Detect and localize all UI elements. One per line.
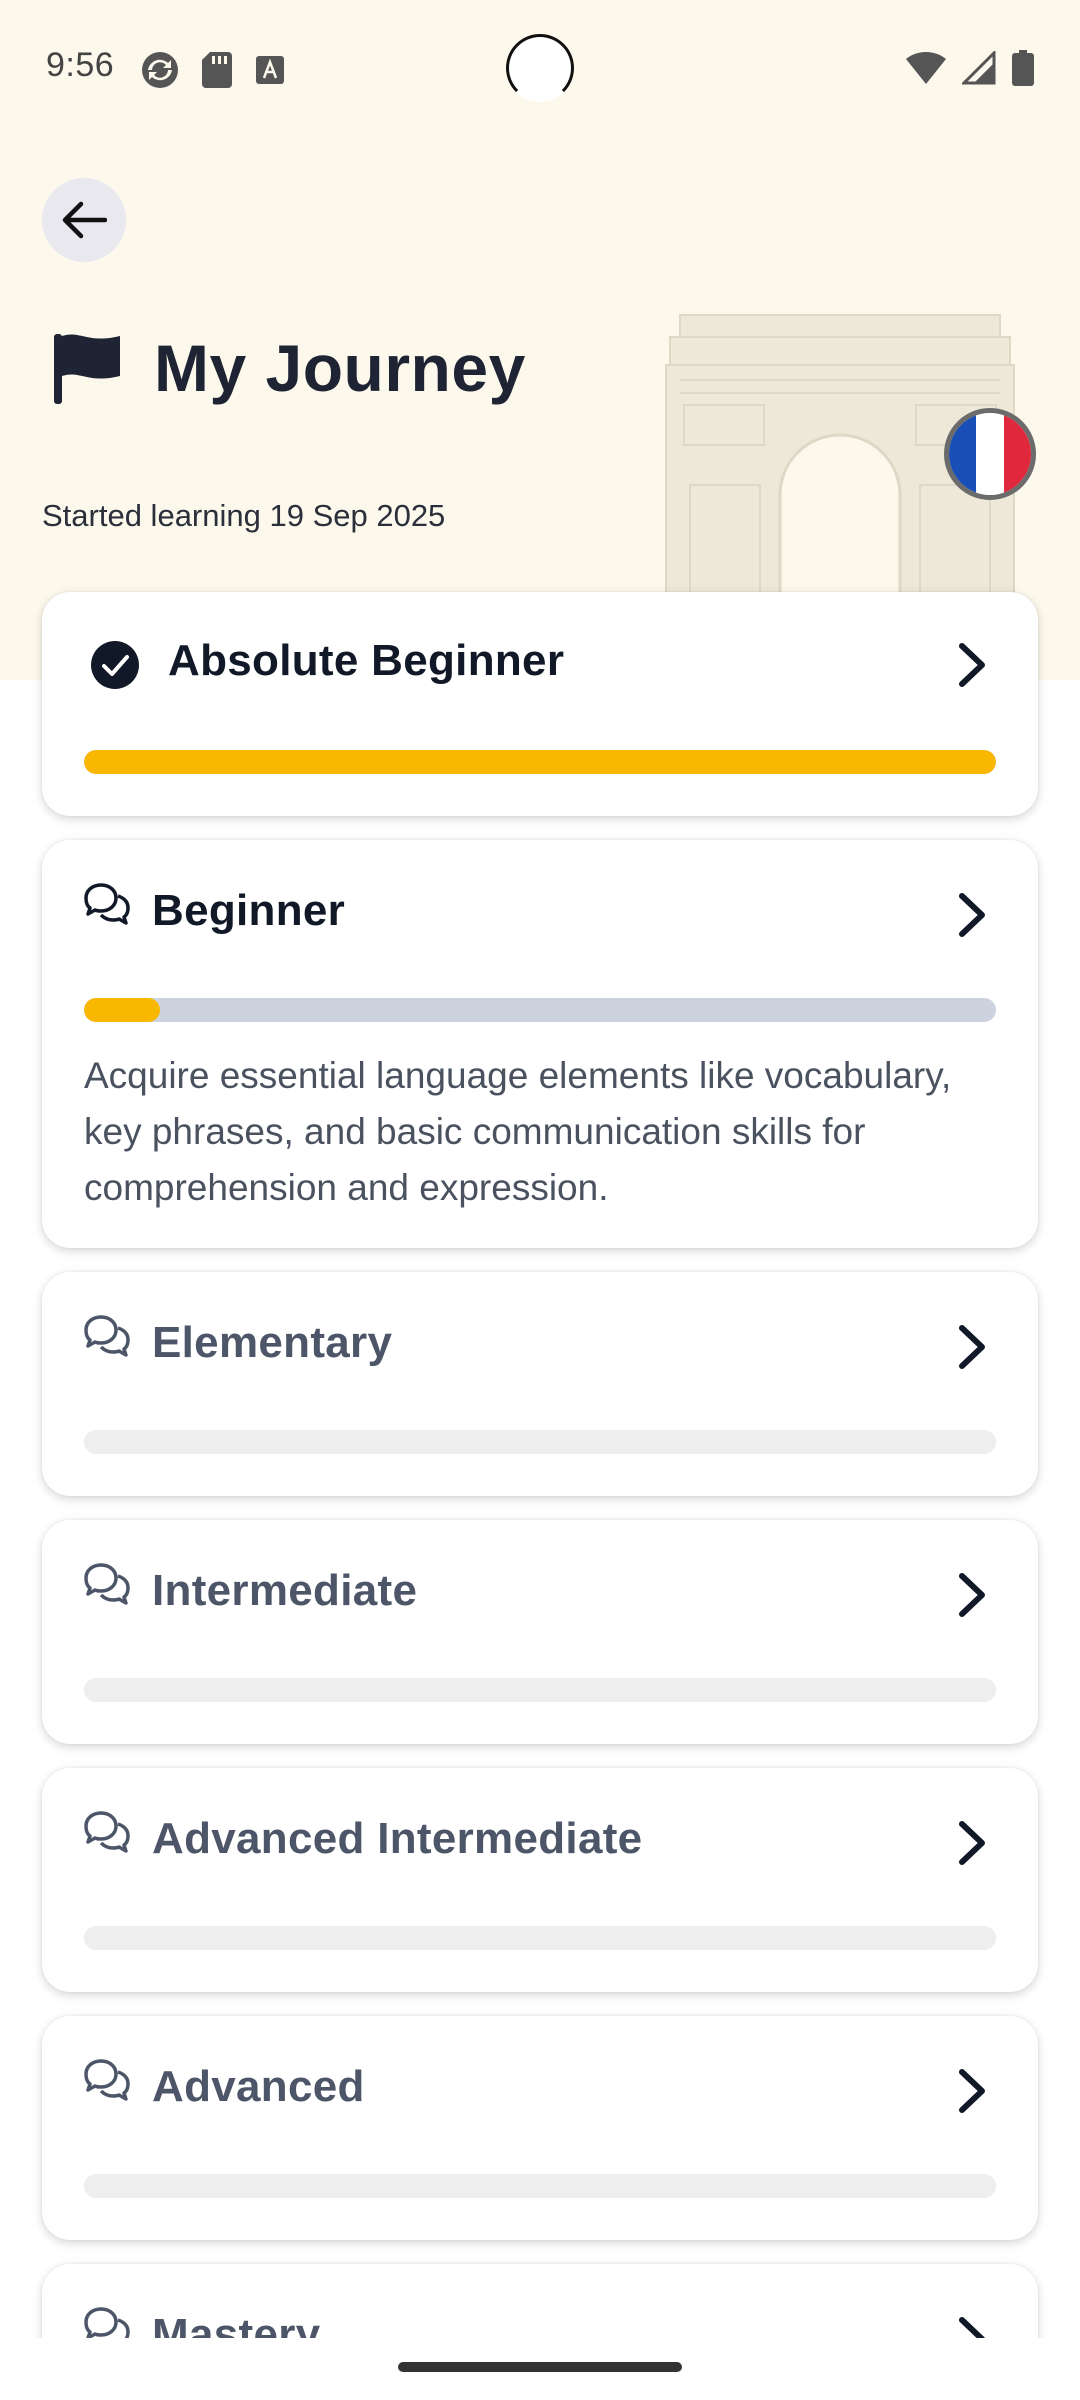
level-progress-fill xyxy=(84,750,996,774)
flag-stripe-red xyxy=(1003,413,1031,495)
chevron-right-icon xyxy=(959,893,985,937)
level-title: Advanced Intermediate xyxy=(152,1814,643,1863)
level-description: Acquire essential language elements like… xyxy=(84,1055,952,1208)
back-button[interactable] xyxy=(42,178,126,262)
level-title: Advanced xyxy=(152,2062,365,2111)
level-card-elementary[interactable]: Elementary xyxy=(42,1272,1038,1496)
text-a-icon xyxy=(256,56,284,84)
level-card-absolute-beginner[interactable]: Absolute Beginner xyxy=(42,592,1038,816)
status-time: 9:56 xyxy=(46,46,115,84)
flag-stripe-white xyxy=(976,413,1004,495)
wifi-icon xyxy=(906,51,946,84)
cell-signal-icon xyxy=(962,51,996,85)
chat-bubbles-icon xyxy=(84,1563,130,1605)
camera-cutout xyxy=(506,34,574,102)
status-bar: 9:56 xyxy=(0,0,1080,130)
status-icons-right xyxy=(906,50,1034,86)
sd-card-icon xyxy=(202,52,232,88)
chevron-right-icon xyxy=(959,1573,985,1617)
page-title: My Journey xyxy=(154,331,526,405)
chat-bubbles-icon xyxy=(84,883,130,925)
level-progress-bar xyxy=(84,750,996,774)
title-row: My Journey xyxy=(50,330,526,406)
card-list-clip: Mastery xyxy=(0,2240,1080,2338)
started-learning-date: Started learning 19 Sep 2025 xyxy=(42,498,446,533)
level-card-beginner[interactable]: Beginner Acquire essential language elem… xyxy=(42,840,1038,1248)
flag-stripe-blue xyxy=(949,413,977,495)
level-title: Absolute Beginner xyxy=(168,636,565,685)
home-indicator[interactable] xyxy=(398,2362,682,2372)
level-title: Intermediate xyxy=(152,1566,418,1615)
chevron-right-icon xyxy=(959,1325,985,1369)
chat-bubbles-icon xyxy=(84,1811,130,1853)
chevron-right-icon xyxy=(959,643,985,687)
level-progress-bar xyxy=(84,1926,996,1950)
journey-header: 9:56 My Journey Started learning 19 Sep … xyxy=(0,0,1080,680)
arrow-left-icon xyxy=(62,201,107,239)
level-card-advanced[interactable]: Advanced xyxy=(42,2016,1038,2240)
level-progress-bar xyxy=(84,2174,996,2198)
chat-bubbles-icon xyxy=(84,2307,130,2338)
level-progress-bar xyxy=(84,1430,996,1454)
chevron-right-icon xyxy=(959,2069,985,2113)
check-circle-icon xyxy=(91,641,139,689)
sync-icon xyxy=(142,52,178,88)
status-icons-left xyxy=(140,50,286,90)
battery-icon xyxy=(1012,50,1034,86)
level-progress-bar xyxy=(84,1678,996,1702)
flag-icon xyxy=(54,334,120,404)
level-card-intermediate[interactable]: Intermediate xyxy=(42,1520,1038,1744)
level-title: Elementary xyxy=(152,1318,393,1367)
chevron-right-icon xyxy=(959,2317,985,2338)
level-progress-fill xyxy=(84,998,160,1022)
level-title: Mastery xyxy=(152,2310,321,2338)
level-title: Beginner xyxy=(152,886,346,935)
chevron-right-icon xyxy=(959,1821,985,1865)
level-progress-bar xyxy=(84,998,996,1022)
chat-bubbles-icon xyxy=(84,1315,130,1357)
level-card-advanced-intermediate[interactable]: Advanced Intermediate xyxy=(42,1768,1038,1992)
level-card-mastery[interactable]: Mastery xyxy=(42,2264,1038,2338)
language-flag-badge[interactable] xyxy=(944,408,1036,500)
chat-bubbles-icon xyxy=(84,2059,130,2101)
